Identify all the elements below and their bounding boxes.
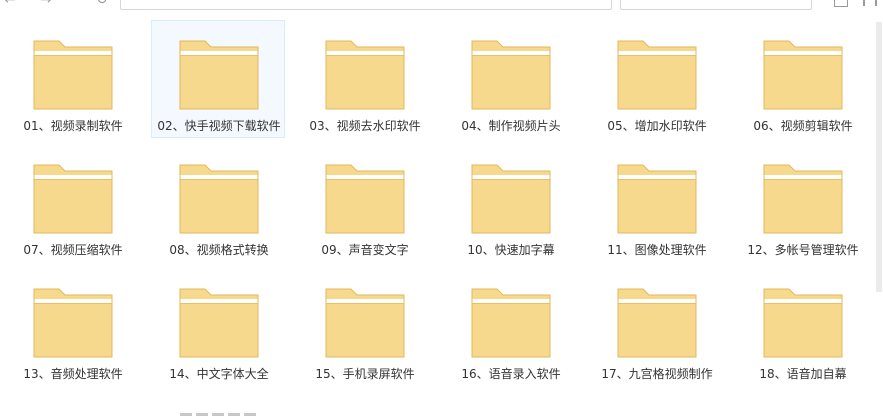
folder-label: 07、视频压缩软件 xyxy=(23,243,123,257)
folder-item[interactable]: 07、视频压缩软件 xyxy=(5,144,139,262)
folder-item[interactable]: 14、中文字体大全 xyxy=(151,268,285,386)
folder-item[interactable]: 03、视频去水印软件 xyxy=(297,20,431,138)
folder-icon xyxy=(325,38,405,110)
folder-icon xyxy=(763,162,843,234)
folder-label: 17、九宫格视频制作 xyxy=(601,367,713,381)
next-row-hint xyxy=(180,401,260,416)
scrollbar-thumb[interactable] xyxy=(876,22,882,292)
folder-icon xyxy=(325,286,405,358)
folder-icon xyxy=(617,286,697,358)
folder-label: 05、增加水印软件 xyxy=(607,119,707,133)
vertical-scrollbar[interactable] xyxy=(874,8,883,405)
folder-icon xyxy=(325,162,405,234)
folder-icon xyxy=(179,286,259,358)
folder-icon xyxy=(617,162,697,234)
folder-label: 03、视频去水印软件 xyxy=(309,119,421,133)
folder-label: 18、语音加自幕 xyxy=(759,367,847,381)
folder-label: 02、快手视频下载软件 xyxy=(157,119,281,133)
folder-item[interactable]: 17、九宫格视频制作 xyxy=(589,268,723,386)
folder-item[interactable]: 15、手机录屏软件 xyxy=(297,268,431,386)
folder-label: 04、制作视频片头 xyxy=(461,119,561,133)
folder-icon xyxy=(471,286,551,358)
folder-item[interactable]: 12、多帐号管理软件 xyxy=(735,144,869,262)
folder-icon xyxy=(179,162,259,234)
folder-item[interactable]: 09、声音变文字 xyxy=(297,144,431,262)
folder-icon xyxy=(33,286,113,358)
folder-item[interactable]: 02、快手视频下载软件 xyxy=(151,20,285,138)
folder-label: 15、手机录屏软件 xyxy=(315,367,415,381)
folder-icon xyxy=(471,38,551,110)
folder-icon xyxy=(471,162,551,234)
folder-item[interactable]: 16、语音录入软件 xyxy=(443,268,577,386)
folder-item[interactable]: 05、增加水印软件 xyxy=(589,20,723,138)
folder-icon xyxy=(763,286,843,358)
folder-icon xyxy=(33,162,113,234)
folder-icon xyxy=(179,38,259,110)
folder-item[interactable]: 01、视频录制软件 xyxy=(5,20,139,138)
folder-label: 13、音频处理软件 xyxy=(23,367,123,381)
folder-label: 09、声音变文字 xyxy=(321,243,409,257)
folder-item[interactable]: 06、视频剪辑软件 xyxy=(735,20,869,138)
folder-icon xyxy=(763,38,843,110)
folder-item[interactable]: 11、图像处理软件 xyxy=(589,144,723,262)
folder-label: 11、图像处理软件 xyxy=(607,243,707,257)
folder-item[interactable]: 10、快速加字幕 xyxy=(443,144,577,262)
folder-icon xyxy=(617,38,697,110)
folder-label: 12、多帐号管理软件 xyxy=(747,243,859,257)
folder-label: 08、视频格式转换 xyxy=(169,243,269,257)
folder-grid: 01、视频录制软件 02、快手视频下载软件 03、视频去水印软件 04、制作视频片头 0… xyxy=(0,0,883,405)
folder-item[interactable]: 08、视频格式转换 xyxy=(151,144,285,262)
folder-label: 16、语音录入软件 xyxy=(461,367,561,381)
folder-label: 10、快速加字幕 xyxy=(467,243,555,257)
folder-item[interactable]: 18、语音加自幕 xyxy=(735,268,869,386)
folder-item[interactable]: 13、音频处理软件 xyxy=(5,268,139,386)
folder-item[interactable]: 04、制作视频片头 xyxy=(443,20,577,138)
folder-label: 14、中文字体大全 xyxy=(169,367,269,381)
folder-label: 06、视频剪辑软件 xyxy=(753,119,853,133)
folder-label: 01、视频录制软件 xyxy=(23,119,123,133)
folder-icon xyxy=(33,38,113,110)
